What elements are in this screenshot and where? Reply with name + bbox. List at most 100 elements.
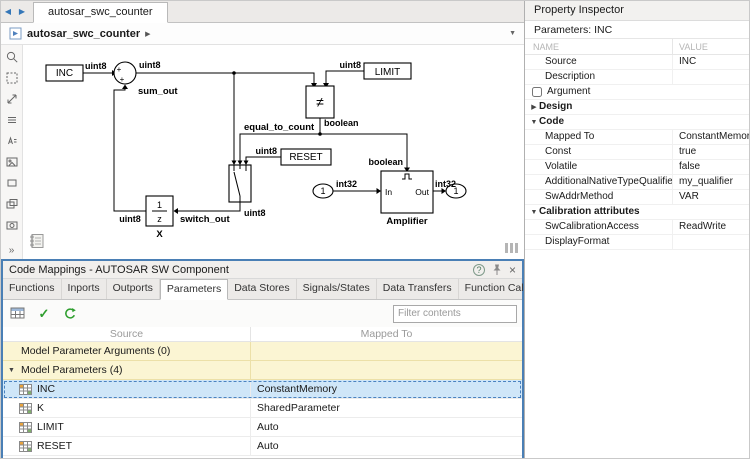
- row-design-group[interactable]: ▶ Design: [525, 100, 749, 115]
- source-cell: LIMIT: [37, 421, 64, 433]
- property-name: AdditionalNativeTypeQualifier: [525, 175, 673, 189]
- breadcrumb-model-name[interactable]: autosar_swc_counter: [27, 28, 140, 40]
- signal-name-label: switch_out: [180, 214, 230, 225]
- pin-icon[interactable]: [492, 263, 502, 276]
- row-const[interactable]: Const true: [525, 145, 749, 160]
- tab-data-transfers[interactable]: Data Transfers: [377, 279, 459, 299]
- mapped-to-cell[interactable]: ConstantMemory: [251, 380, 522, 398]
- code-mappings-panel: Code Mappings - AUTOSAR SW Component ? ×…: [1, 259, 548, 458]
- argument-checkbox[interactable]: [532, 87, 542, 97]
- property-value[interactable]: my_qualifier: [673, 175, 749, 189]
- chevron-right-icon[interactable]: ▶: [529, 101, 539, 114]
- breadcrumb-dropdown-icon[interactable]: ▼: [509, 30, 516, 37]
- tab-data-stores[interactable]: Data Stores: [228, 279, 297, 299]
- delay-numerator: 1: [157, 200, 162, 210]
- property-inspector: Property Inspector Parameters: INC NAME …: [524, 1, 749, 458]
- property-name: Source: [525, 55, 673, 69]
- mapped-to-column-header[interactable]: Mapped To: [251, 327, 522, 341]
- tab-parameters[interactable]: Parameters: [159, 279, 229, 300]
- row-code-group[interactable]: ▼ Code: [525, 115, 749, 130]
- palette-expand-icon[interactable]: »: [9, 245, 15, 256]
- table-row-limit[interactable]: LIMIT Auto: [3, 418, 522, 437]
- signal-type-label: uint8: [256, 146, 278, 156]
- model-canvas[interactable]: INC + + uint8 uint8 sum_out LIMIT uint8 …: [23, 45, 524, 259]
- tab-autosar-swc-counter[interactable]: autosar_swc_counter: [33, 2, 168, 23]
- name-column-header: NAME: [525, 39, 673, 54]
- property-value[interactable]: [673, 70, 749, 84]
- property-value[interactable]: ReadWrite: [673, 220, 749, 234]
- group-row-model-parameters[interactable]: ▼ Model Parameters (4): [3, 361, 522, 380]
- tab-inports[interactable]: Inports: [62, 279, 107, 299]
- group-label: Model Parameters (4): [21, 364, 123, 376]
- model-editor: autosar_swc_counter ▶ ▼ » INC + + uint8 …: [1, 23, 524, 259]
- group-label: Model Parameter Arguments (0): [21, 345, 171, 357]
- row-description[interactable]: Description: [525, 70, 749, 85]
- table-row-k[interactable]: K SharedParameter: [3, 399, 522, 418]
- row-swaddrmethod[interactable]: SwAddrMethod VAR: [525, 190, 749, 205]
- property-name: SwCalibrationAccess: [525, 220, 673, 234]
- signal-type-label: uint8: [340, 60, 362, 70]
- property-value[interactable]: false: [673, 160, 749, 174]
- validate-mappings-icon[interactable]: ✓: [34, 304, 54, 324]
- block-diagram[interactable]: INC + + uint8 uint8 sum_out LIMIT uint8 …: [23, 45, 524, 259]
- property-value[interactable]: [673, 235, 749, 249]
- fit-to-view-icon[interactable]: [4, 70, 20, 86]
- back-arrow-icon[interactable]: ◀: [1, 3, 15, 21]
- annotation-icon[interactable]: [4, 133, 20, 149]
- mapped-to-cell[interactable]: Auto: [251, 437, 522, 455]
- signal-type-label: uint8: [119, 214, 141, 224]
- breadcrumb-expand-icon[interactable]: ▶: [145, 30, 150, 38]
- row-argument[interactable]: Argument: [525, 85, 749, 100]
- property-name: Volatile: [525, 160, 673, 174]
- chevron-down-icon[interactable]: ▼: [529, 206, 539, 219]
- image-icon[interactable]: [4, 154, 20, 170]
- notepad-badge-icon[interactable]: [28, 232, 46, 253]
- row-calibration-attributes-group[interactable]: ▼ Calibration attributes: [525, 205, 749, 220]
- property-value[interactable]: ConstantMemory: [673, 130, 749, 144]
- row-source[interactable]: Source INC: [525, 55, 749, 70]
- signal-type-label: boolean: [324, 118, 359, 128]
- row-swcalibrationaccess[interactable]: SwCalibrationAccess ReadWrite: [525, 220, 749, 235]
- source-column-header[interactable]: Source: [3, 327, 251, 341]
- area-box-icon[interactable]: [4, 175, 20, 191]
- canvas-resize-grip[interactable]: [505, 243, 518, 253]
- group-row-model-parameter-arguments[interactable]: Model Parameter Arguments (0): [3, 342, 522, 361]
- signal-name-label: sum_out: [138, 86, 178, 97]
- help-icon[interactable]: ?: [472, 263, 485, 276]
- panel-title: Code Mappings - AUTOSAR SW Component: [9, 263, 229, 276]
- tab-signals-states[interactable]: Signals/States: [297, 279, 377, 299]
- property-name: SwAddrMethod: [525, 190, 673, 204]
- row-additional-native-type-qualifier[interactable]: AdditionalNativeTypeQualifier my_qualifi…: [525, 175, 749, 190]
- delay-denominator: z: [157, 214, 162, 224]
- viewmarks-icon[interactable]: [4, 196, 20, 212]
- list-view-icon[interactable]: [4, 112, 20, 128]
- group-name: Design: [539, 101, 573, 112]
- mapped-to-cell[interactable]: Auto: [251, 418, 522, 436]
- collapse-chevron-icon[interactable]: ▼: [7, 367, 16, 374]
- property-name: Description: [525, 70, 673, 84]
- screenshot-icon[interactable]: [4, 217, 20, 233]
- property-value[interactable]: VAR: [673, 190, 749, 204]
- row-volatile[interactable]: Volatile false: [525, 160, 749, 175]
- inspector-context: Parameters: INC: [525, 21, 749, 39]
- refresh-icon[interactable]: [60, 304, 80, 324]
- tab-functions[interactable]: Functions: [3, 279, 62, 299]
- tab-outports[interactable]: Outports: [107, 279, 160, 299]
- filter-contents-input[interactable]: [393, 304, 517, 323]
- row-displayformat[interactable]: DisplayFormat: [525, 235, 749, 250]
- amplifier-block-name: Amplifier: [386, 216, 427, 227]
- property-value[interactable]: true: [673, 145, 749, 159]
- close-icon[interactable]: ×: [509, 264, 516, 276]
- group-name: Code: [539, 116, 564, 127]
- chevron-down-icon[interactable]: ▼: [529, 116, 539, 129]
- table-row-reset[interactable]: RESET Auto: [3, 437, 522, 456]
- table-row-inc[interactable]: INC ConstantMemory: [3, 380, 522, 399]
- inport-number: 1: [320, 186, 325, 196]
- property-value[interactable]: INC: [673, 55, 749, 69]
- row-mapped-to[interactable]: Mapped To ConstantMemory: [525, 130, 749, 145]
- forward-arrow-icon[interactable]: ▶: [15, 3, 29, 21]
- zoom-icon[interactable]: [4, 49, 20, 65]
- resize-arrows-icon[interactable]: [4, 91, 20, 107]
- mapping-table-icon[interactable]: [8, 304, 28, 324]
- mapped-to-cell[interactable]: SharedParameter: [251, 399, 522, 417]
